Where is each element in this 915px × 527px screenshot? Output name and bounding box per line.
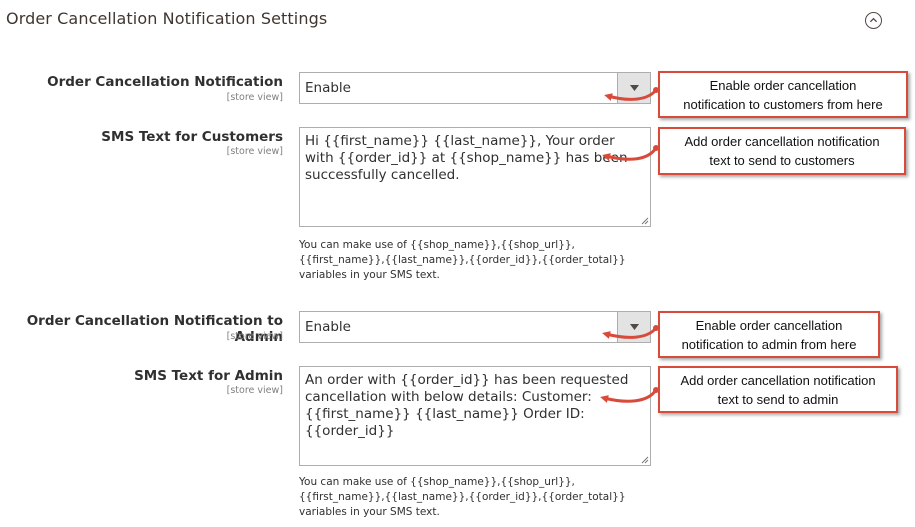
section-title: Order Cancellation Notification Settings (6, 9, 328, 28)
callout-text: Enable order cancellation (695, 317, 843, 333)
collapse-section-button[interactable] (865, 12, 882, 29)
note-line: variables in your SMS text. (299, 269, 440, 281)
admin-notification-scope: [store view] (226, 331, 283, 342)
customer-sms-scope: [store view] (226, 146, 283, 157)
callout-text: Add order cancellation notification (684, 134, 880, 149)
admin-sms-scope: [store view] (226, 385, 283, 396)
select-arrow-button[interactable] (617, 312, 650, 342)
callout-text: notification to customers from here (683, 96, 883, 112)
select-arrow-button[interactable] (617, 73, 650, 103)
caret-down-icon (629, 324, 639, 330)
customer-notification-label: Order Cancellation Notification (47, 74, 283, 90)
callout-text: text to send to customers (709, 153, 855, 168)
resize-grip-icon[interactable] (640, 455, 649, 464)
callout-text: Add order cancellation notification (680, 372, 876, 388)
customer-sms-label: SMS Text for Customers (101, 129, 283, 145)
admin-notification-select[interactable]: Enable (299, 311, 651, 343)
chevron-up-icon (869, 17, 878, 23)
caret-down-icon (629, 85, 639, 91)
note-line: You can make use of {{shop_name}},{{shop… (299, 476, 575, 488)
callout-customer-notification: Enable order cancellation notification t… (658, 71, 908, 118)
admin-sms-label: SMS Text for Admin (134, 368, 283, 384)
note-line: You can make use of {{shop_name}},{{shop… (299, 239, 575, 251)
customer-notification-select[interactable]: Enable (299, 72, 651, 104)
resize-grip-icon[interactable] (640, 216, 649, 225)
note-line: variables in your SMS text. (299, 506, 440, 518)
callout-admin-notification: Enable order cancellation notification t… (658, 311, 880, 358)
customer-notification-value: Enable (305, 80, 351, 96)
callout-text: notification to admin from here (681, 336, 857, 352)
customer-notification-scope: [store view] (226, 92, 283, 103)
customer-sms-note: You can make use of {{shop_name}},{{shop… (299, 238, 639, 283)
note-line: {{first_name}},{{last_name}},{{order_id}… (299, 254, 626, 266)
callout-customer-sms: Add order cancellation notification text… (658, 127, 906, 175)
customer-sms-textarea[interactable]: Hi {{first_name}} {{last_name}}, Your or… (299, 127, 651, 227)
admin-notification-value: Enable (305, 319, 351, 335)
callout-admin-sms: Add order cancellation notification text… (658, 366, 898, 413)
callout-text: text to send to admin (717, 391, 839, 407)
callout-text: Enable order cancellation (709, 77, 857, 93)
note-line: {{first_name}},{{last_name}},{{order_id}… (299, 491, 626, 503)
admin-sms-textarea[interactable]: An order with {{order_id}} has been requ… (299, 366, 651, 466)
admin-sms-note: You can make use of {{shop_name}},{{shop… (299, 475, 639, 520)
